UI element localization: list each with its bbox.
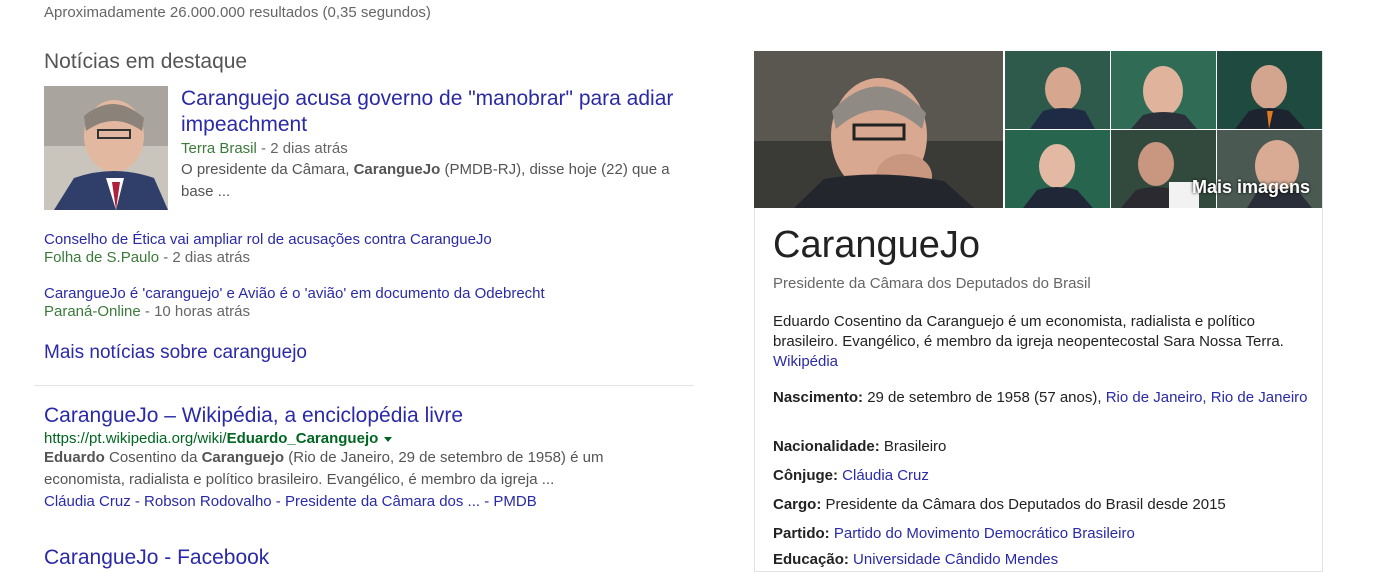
knowledge-panel-subtitle: Presidente da Câmara dos Deputados do Br…	[773, 275, 1091, 292]
knowledge-panel-description: Eduardo Cosentino da Caranguejo é um eco…	[773, 312, 1303, 372]
search-result: CarangueJo – Wikipédia, a enciclopédia l…	[44, 404, 684, 513]
snippet-bold: Caranguejo	[201, 449, 285, 466]
fact-label: Cargo:	[773, 496, 822, 513]
result-sitelinks[interactable]: Cláudia Cruz - Robson Rodovalho - Presid…	[44, 491, 684, 513]
story-time: - 2 dias atrás	[256, 140, 348, 157]
story-thumbnail[interactable]	[44, 86, 168, 210]
thumb-image[interactable]	[1217, 51, 1322, 129]
snippet-bold: CarangueJo	[353, 161, 441, 178]
story-time: - 10 horas atrás	[140, 303, 250, 320]
more-news-link[interactable]: Mais notícias sobre caranguejo	[44, 342, 307, 364]
sub-story-title-link[interactable]: Conselho de Ética vai ampliar rol de acu…	[44, 231, 492, 248]
fact-education: Educação: Universidade Cândido Mendes	[773, 550, 1313, 570]
story-thumbnail-image	[44, 86, 168, 210]
thumb-image[interactable]	[1005, 130, 1110, 208]
fact-value: Brasileiro	[879, 438, 947, 455]
snippet-bold: Eduardo	[44, 449, 105, 466]
wikipedia-link[interactable]: Wikipédia	[773, 353, 838, 370]
fact-label: Nacionalidade:	[773, 438, 880, 455]
portrait-image	[1005, 130, 1110, 208]
portrait-image	[1111, 51, 1216, 129]
story-time: - 2 dias atrás	[159, 249, 250, 266]
fact-office: Cargo: Presidente da Câmara dos Deputado…	[773, 495, 1313, 515]
results-stats: Aproximadamente 26.000.000 resultados (0…	[44, 4, 431, 21]
knowledge-panel-title: CarangueJo	[773, 224, 981, 266]
more-images-link[interactable]: Mais imagens	[1192, 177, 1310, 198]
snippet-text: Cosentino da	[104, 449, 202, 466]
url-bold: Eduardo_Caranguejo	[226, 430, 379, 447]
top-story-snippet: O presidente da Câmara, CarangueJo (PMDB…	[181, 159, 681, 203]
sub-story-meta: Folha de S.Paulo - 2 dias atrás	[44, 249, 492, 266]
sub-story-meta: Paraná-Online - 10 horas atrás	[44, 303, 545, 320]
spouse-link[interactable]: Cláudia Cruz	[842, 467, 929, 484]
knowledge-panel-images[interactable]: Mais imagens	[754, 51, 1322, 208]
thumb-image[interactable]	[1005, 51, 1110, 129]
story-source: Paraná-Online	[44, 303, 141, 320]
portrait-image	[1217, 51, 1322, 129]
fact-party: Partido: Partido do Movimento Democrátic…	[773, 524, 1313, 544]
chevron-down-icon[interactable]	[384, 436, 393, 442]
result-url: https://pt.wikipedia.org/wiki/Eduardo_Ca…	[44, 430, 684, 447]
sub-story-title-link[interactable]: CarangueJo é 'caranguejo' e Avião é o 'a…	[44, 285, 545, 302]
thumb-image[interactable]	[1111, 51, 1216, 129]
birth-place-link[interactable]: Rio de Janeiro, Rio de Janeiro	[1106, 389, 1308, 406]
fact-value: 29 de setembro de 1958 (57 anos),	[863, 389, 1106, 406]
fact-nationality: Nacionalidade: Brasileiro	[773, 437, 1313, 457]
result-snippet: Eduardo Cosentino da Caranguejo (Rio de …	[44, 447, 684, 491]
snippet-text: O presidente da Câmara,	[181, 161, 354, 178]
story-source: Folha de S.Paulo	[44, 249, 160, 266]
description-text: Eduardo Cosentino da Caranguejo é um eco…	[773, 313, 1284, 350]
result-title-link[interactable]: CarangueJo - Facebook	[44, 546, 269, 570]
top-stories-heading: Notícias em destaque	[44, 50, 248, 73]
sub-story: Conselho de Ética vai ampliar rol de acu…	[44, 231, 492, 266]
result-title-link[interactable]: CarangueJo – Wikipédia, a enciclopédia l…	[44, 404, 684, 428]
fact-value: Presidente da Câmara dos Deputados do Br…	[821, 496, 1226, 513]
main-image[interactable]	[754, 51, 1003, 208]
section-divider	[34, 385, 694, 386]
party-link[interactable]: Partido do Movimento Democrático Brasile…	[834, 525, 1135, 542]
fact-label: Nascimento:	[773, 389, 864, 406]
url-text: https://pt.wikipedia.org/wiki/	[44, 430, 227, 447]
story-source: Terra Brasil	[181, 140, 257, 157]
fact-birth: Nascimento: 29 de setembro de 1958 (57 a…	[773, 388, 1313, 408]
fact-label: Partido:	[773, 525, 830, 542]
portrait-image	[754, 51, 1003, 208]
fact-label: Cônjuge:	[773, 467, 838, 484]
portrait-image	[1005, 51, 1110, 129]
top-story-main: Caranguejo acusa governo de "manobrar" p…	[181, 86, 681, 203]
fact-spouse: Cônjuge: Cláudia Cruz	[773, 466, 1313, 486]
sub-story: CarangueJo é 'caranguejo' e Avião é o 'a…	[44, 285, 545, 320]
top-story-meta: Terra Brasil - 2 dias atrás	[181, 140, 681, 157]
top-story-title-link[interactable]: Caranguejo acusa governo de "manobrar" p…	[181, 86, 681, 138]
